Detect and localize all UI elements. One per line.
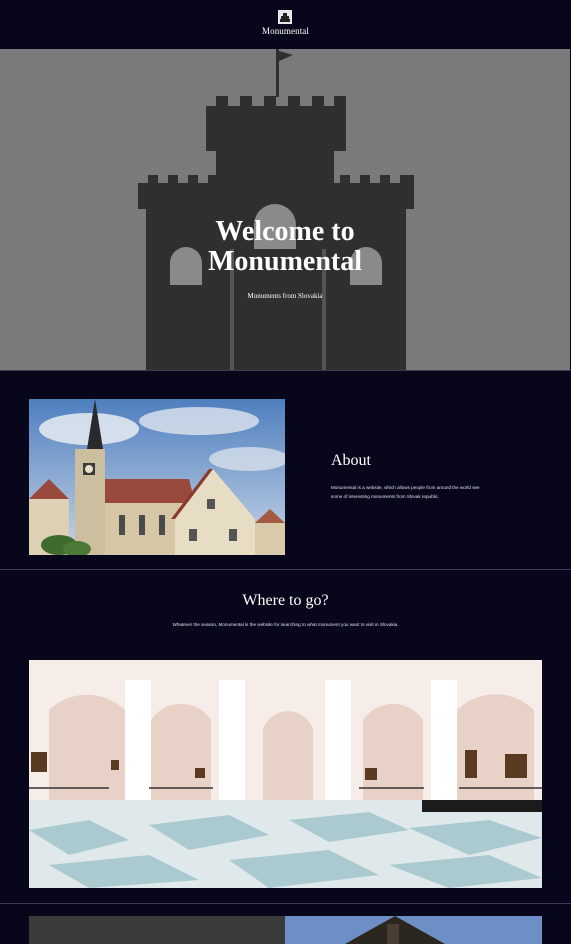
about-title: About [331,452,371,469]
about-photo-church [29,399,285,555]
where-title: Where to go? [242,592,329,609]
wooden-church-photo [285,916,542,944]
hero-subtitle: Monuments from Slovakia [247,292,323,300]
section-divider [0,903,571,904]
hero-title-line-2: Monumental [208,246,362,277]
hero-title-line-1: Welcome to [215,216,355,247]
where-text: Whatever the season, Monumental is the w… [172,622,399,627]
brand-name[interactable]: Monumental [0,26,571,36]
card-placeholder [29,916,285,944]
about-text: Monumental is a website, which allows pe… [331,485,480,499]
section-divider [0,370,571,371]
castle-illustration [138,49,414,370]
monument-logo-icon[interactable] [278,10,292,24]
hero-title: Welcome to Monumental [0,217,570,277]
hero-section: Welcome to Monumental Monuments from Slo… [0,49,570,370]
gallery-hall-photo [29,660,542,888]
section-divider [0,569,571,570]
top-navbar: Monumental [0,0,571,49]
